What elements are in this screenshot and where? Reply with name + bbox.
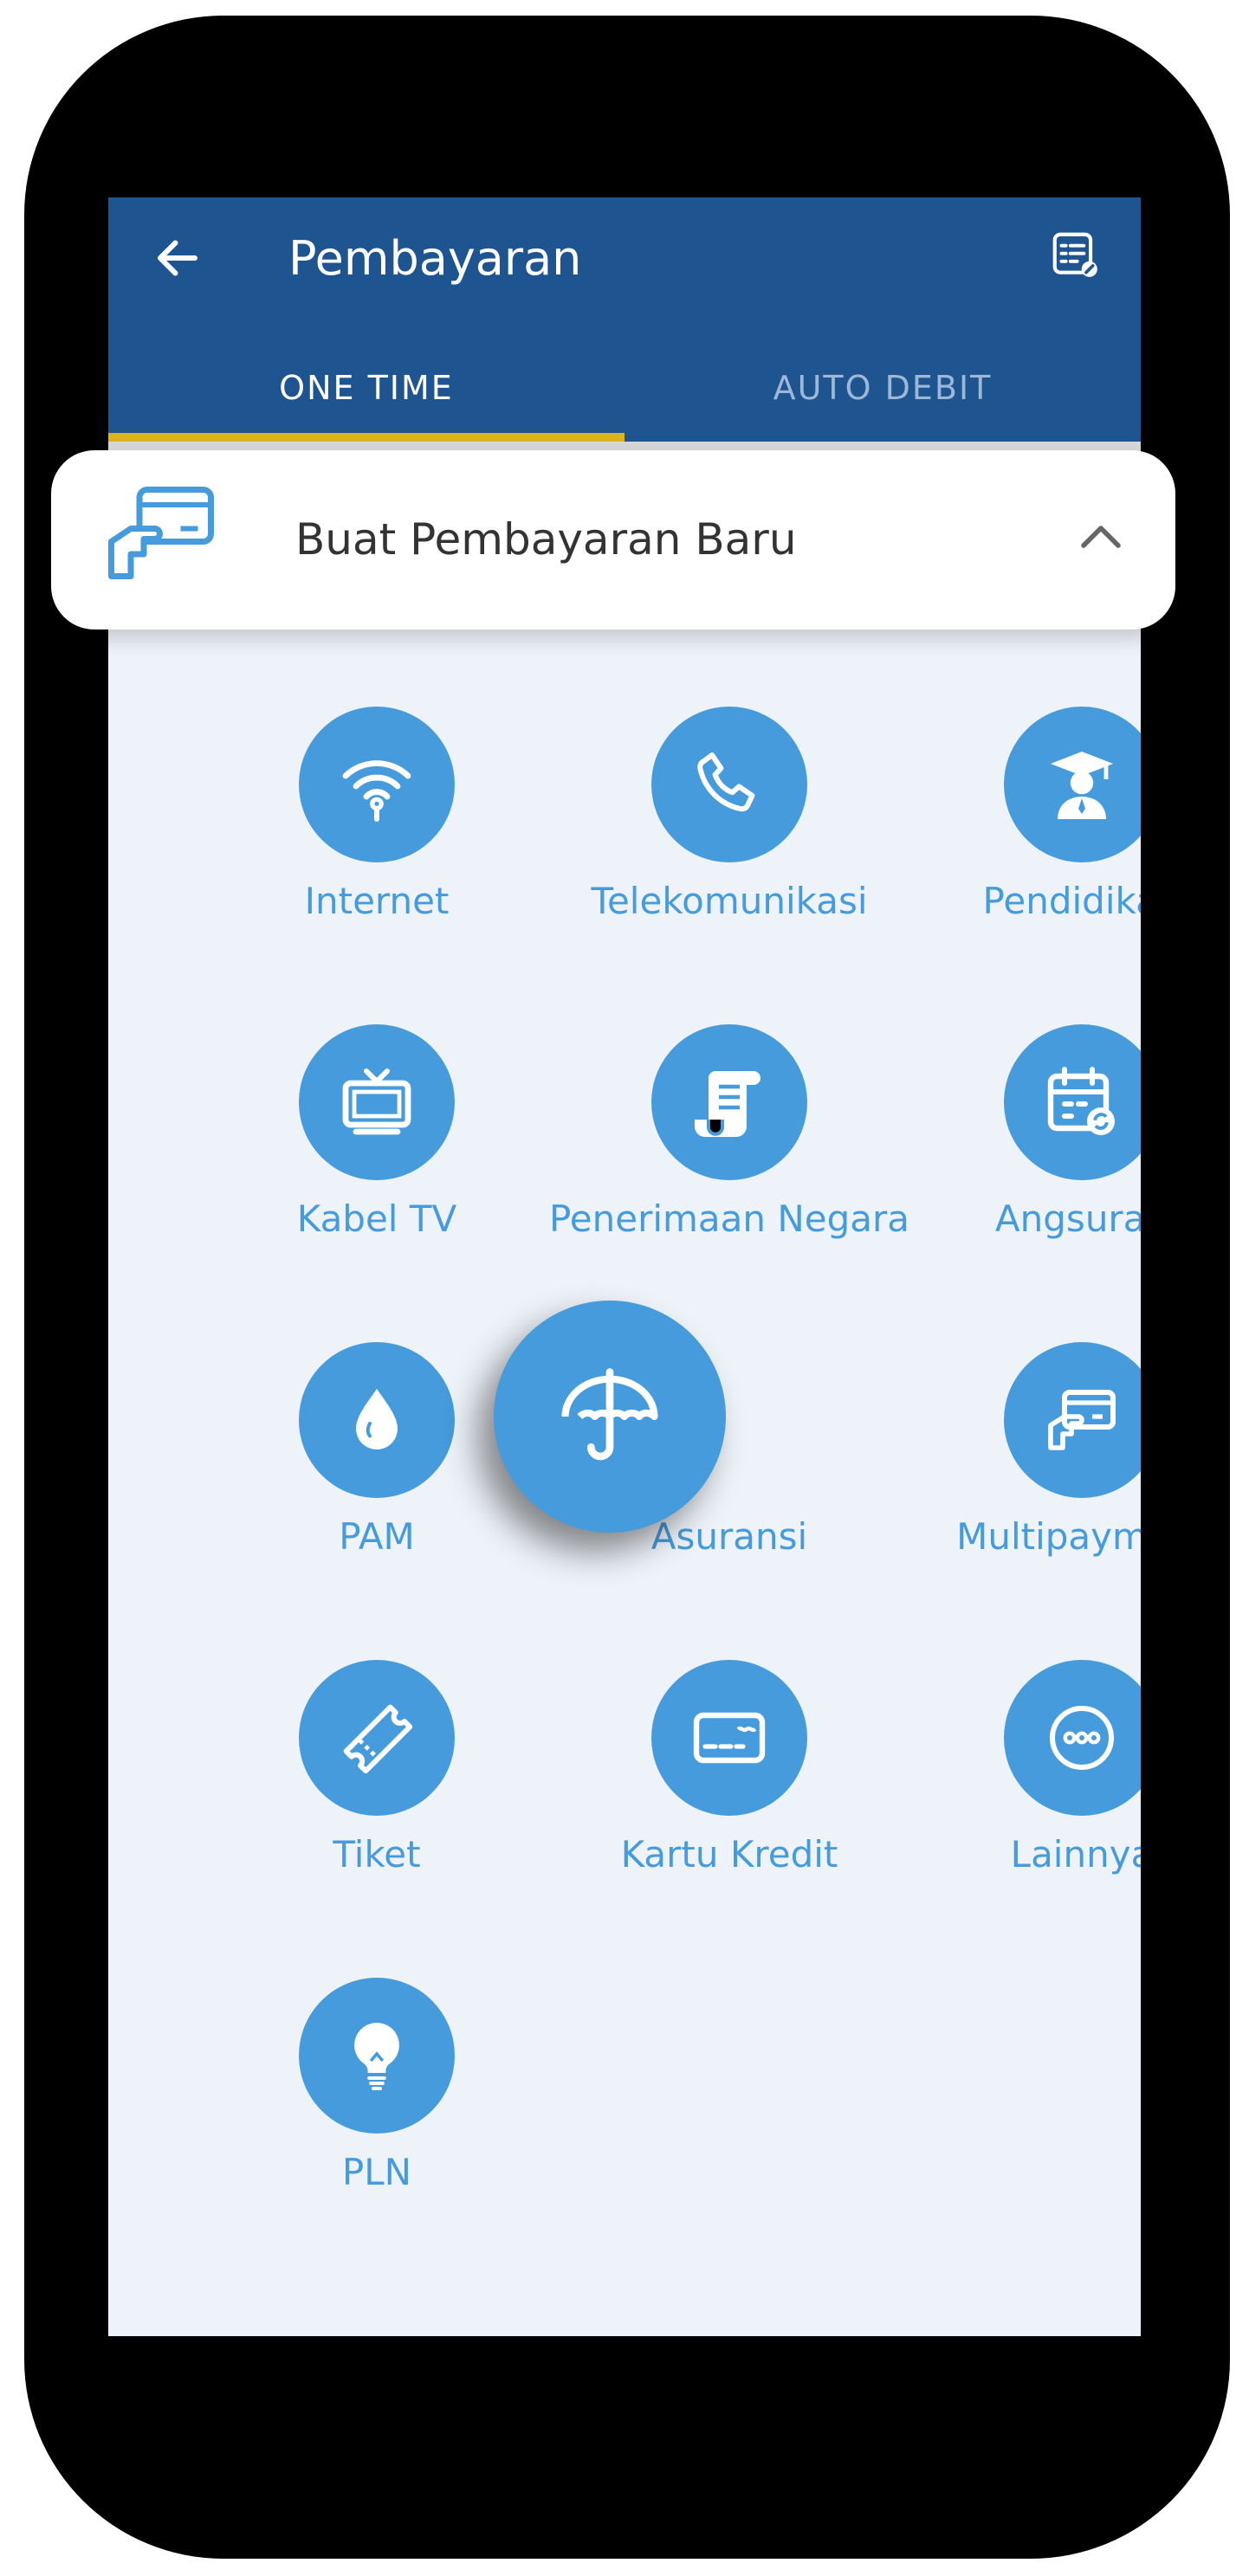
category-internet[interactable]: Internet	[204, 707, 550, 966]
history-button[interactable]	[1040, 220, 1110, 289]
category-pln[interactable]: PLN	[204, 1978, 550, 2237]
category-angsuran[interactable]: Angsuran	[909, 1024, 1141, 1284]
category-label: PLN	[341, 2151, 412, 2193]
category-pam[interactable]: PAM	[204, 1342, 550, 1602]
umbrella-icon	[561, 1368, 658, 1461]
lightbulb-icon	[354, 2023, 399, 2090]
card-hand-icon	[108, 487, 214, 579]
asuransi-highlight-button[interactable]	[494, 1301, 726, 1533]
card-hand-icon	[1048, 1390, 1116, 1450]
more-icon	[1050, 1706, 1114, 1770]
tab-one-time[interactable]: ONE TIME	[108, 345, 624, 431]
water-drop-icon	[356, 1389, 398, 1449]
chevron-up-icon[interactable]	[1075, 511, 1127, 563]
page-title: Pembayaran	[288, 231, 582, 286]
active-tab-indicator	[108, 433, 624, 442]
arrow-left-icon	[158, 240, 197, 276]
category-penerimaan-negara[interactable]: Penerimaan Negara	[549, 1024, 909, 1284]
wifi-icon	[342, 760, 411, 822]
tab-auto-debit[interactable]: AUTO DEBIT	[624, 345, 1141, 431]
category-label: Lainnya	[1010, 1833, 1141, 1876]
new-payment-label: Buat Pembayaran Baru	[295, 514, 797, 565]
category-lainnya[interactable]: Lainnya	[909, 1660, 1141, 1920]
category-label: Angsuran	[994, 1198, 1141, 1240]
category-multipayment[interactable]: Multipayment	[909, 1342, 1141, 1602]
new-payment-card[interactable]: Buat Pembayaran Baru	[51, 450, 1175, 629]
ticket-icon	[343, 1704, 413, 1774]
graduate-icon	[1051, 752, 1113, 819]
tv-icon	[342, 1068, 411, 1135]
category-kartu-kredit[interactable]: Kartu Kredit	[556, 1660, 903, 1920]
category-tiket[interactable]: Tiket	[204, 1660, 550, 1920]
back-button[interactable]	[143, 223, 212, 293]
category-kabel-tv[interactable]: Kabel TV	[204, 1024, 550, 1284]
category-label: Multipayment	[956, 1515, 1141, 1558]
receipt-list-icon	[1052, 232, 1097, 277]
calendar-icon	[1047, 1067, 1115, 1135]
category-label: Pendidikan	[982, 880, 1141, 922]
category-telekomunikasi[interactable]: Telekomunikasi	[556, 707, 903, 966]
app-bar: Pembayaran ONE TIME AUTO DEBIT	[108, 197, 1141, 444]
scroll-icon	[695, 1071, 760, 1137]
category-pendidikan[interactable]: Pendidikan	[909, 707, 1141, 966]
credit-card-icon	[693, 1712, 766, 1764]
phone-icon	[697, 752, 755, 812]
